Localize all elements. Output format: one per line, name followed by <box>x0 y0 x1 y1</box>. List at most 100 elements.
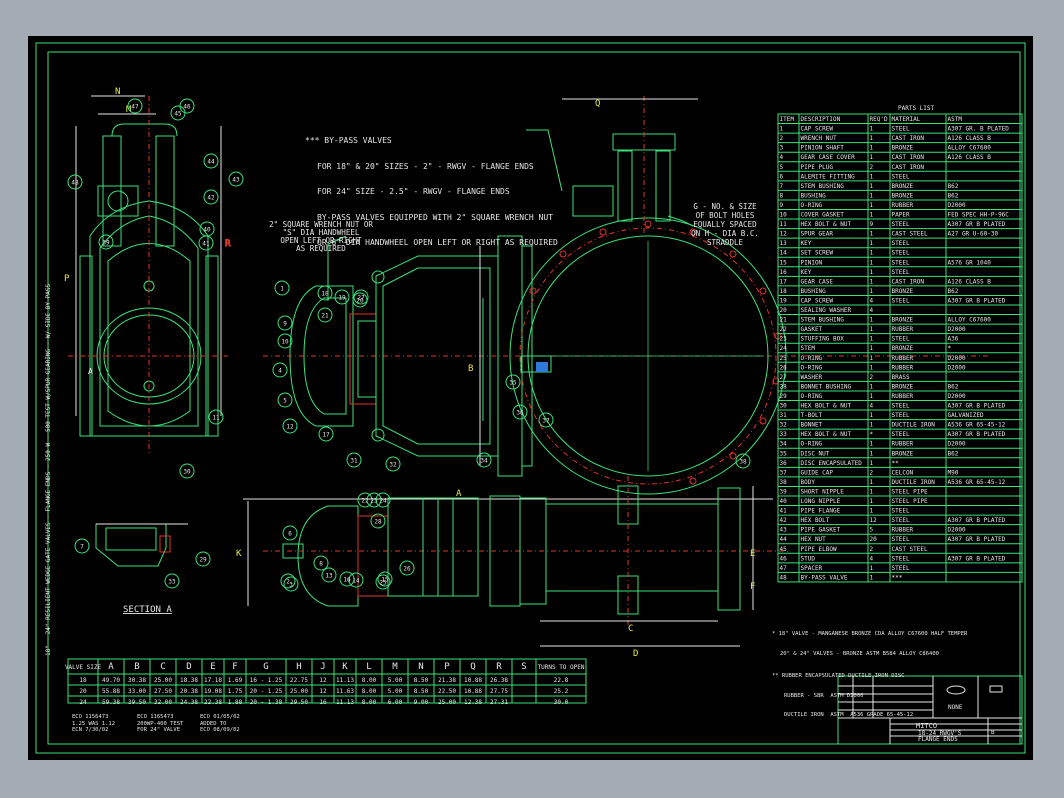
dim-cell: 19.08 <box>204 688 222 695</box>
dim-cell: 27.50 <box>154 688 172 695</box>
dim-cell: 55.88 <box>102 688 120 695</box>
parts-cell: 1 <box>870 355 874 362</box>
balloon-17: 17 <box>318 426 334 442</box>
dim-p-label: P <box>64 274 70 284</box>
parts-cell: 2 <box>870 469 874 476</box>
parts-cell: 17 <box>780 278 788 285</box>
balloon-30: 30 <box>179 463 195 479</box>
parts-cell: 5 <box>780 164 784 171</box>
balloon-42: 42 <box>203 189 219 205</box>
rev-col-2: ECO 1165473 200WP-400 TEST FOR 24" VALVE <box>137 714 197 734</box>
parts-cell: D2000 <box>948 326 966 333</box>
rev-note: ECO 08/09/02 <box>200 727 240 733</box>
parts-cell: 26 <box>780 364 788 371</box>
balloon-44: 44 <box>203 153 219 169</box>
parts-cell: 1 <box>870 183 874 190</box>
bypass-note-line: *** BY-PASS VALVES <box>305 136 392 145</box>
parts-cell: 1 <box>870 269 874 276</box>
dim-cell: 8.50 <box>414 677 429 684</box>
balloon-37: 37 <box>538 412 554 428</box>
svg-text:25: 25 <box>379 580 387 587</box>
dim-k-label: K <box>236 549 242 559</box>
parts-cell: GEAR CASE <box>801 278 834 285</box>
parts-cell: HEX NUT <box>801 536 827 543</box>
dim-cell: 12.38 <box>464 699 482 706</box>
parts-cell: STEEL <box>892 269 910 276</box>
parts-cell: 13 <box>780 240 788 247</box>
dim-cell: 22.50 <box>438 688 456 695</box>
parts-cell: 32 <box>780 422 788 429</box>
parts-cell: 14 <box>780 250 788 257</box>
svg-text:11: 11 <box>212 415 220 422</box>
parts-cell: STEEL <box>892 412 910 419</box>
balloon-2: 2 <box>280 573 296 589</box>
parts-cell: STEEL <box>892 240 910 247</box>
svg-text:19: 19 <box>338 295 346 302</box>
parts-cell: CAST IRON <box>892 164 925 171</box>
parts-cell: PAPER <box>892 212 910 219</box>
svg-text:37: 37 <box>542 418 550 425</box>
dim-cell: 30.0 <box>554 699 569 706</box>
balloon-46: 46 <box>179 98 195 114</box>
stem-note-line: RUBBER - SBR ASTM D2000 <box>784 692 864 699</box>
parts-cell: COVER GASKET <box>801 212 845 219</box>
parts-cell: 38 <box>780 479 788 486</box>
parts-cell: 34 <box>780 441 788 448</box>
svg-text:34: 34 <box>480 458 488 465</box>
parts-cell: 5 <box>870 527 874 534</box>
dim-header-cell: VALVE SIZE <box>65 664 102 671</box>
dim-cell: 24 <box>79 699 87 706</box>
parts-cell: DISC ENCAPSULATED <box>801 460 863 467</box>
dim-cell: 1.69 <box>228 677 243 684</box>
dim-cell: 25.00 <box>438 699 456 706</box>
parts-cell: 29 <box>780 393 788 400</box>
parts-cell: 18 <box>780 288 788 295</box>
svg-text:26: 26 <box>403 566 411 573</box>
parts-cell: 1 <box>870 345 874 352</box>
parts-cell: 27 <box>780 374 788 381</box>
parts-cell: 1 <box>870 393 874 400</box>
parts-cell: STEEL <box>892 250 910 257</box>
parts-cell: WASHER <box>801 374 823 381</box>
parts-cell: 1 <box>870 250 874 257</box>
parts-cell: 2 <box>870 546 874 553</box>
parts-cell: DUCTILE IRON <box>892 422 936 429</box>
parts-cell: BUSHING <box>801 288 827 295</box>
balloon-21: 21 <box>317 307 333 323</box>
parts-cell: 35 <box>780 450 788 457</box>
dim-cell: 25.00 <box>154 677 172 684</box>
svg-text:29: 29 <box>199 557 207 564</box>
balloon-9: 9 <box>277 315 293 331</box>
rev-note: ECN 7/30/02 <box>72 727 109 733</box>
parts-cell: * <box>870 431 874 438</box>
rev-note: FOR 24" VALVE <box>137 727 181 733</box>
parts-cell: STEM <box>801 345 816 352</box>
balloon-26: 26 <box>399 560 415 576</box>
parts-cell: STUD <box>801 555 816 562</box>
parts-cell: A307 GR. B PLATED <box>948 126 1010 133</box>
parts-cell: STEEL <box>892 403 910 410</box>
svg-text:1: 1 <box>280 286 284 293</box>
title-sub: FLANGE ENDS <box>918 736 958 743</box>
parts-cell: 4 <box>870 307 874 314</box>
parts-cell: 8 <box>780 192 784 199</box>
plan-view: A K C D E F <box>236 476 788 659</box>
parts-cell: D2000 <box>948 393 966 400</box>
svg-text:44: 44 <box>207 159 215 166</box>
svg-text:24: 24 <box>379 498 387 505</box>
svg-text:16: 16 <box>343 577 351 584</box>
parts-cell: BRONZE <box>892 192 914 199</box>
dim-cell: 1.75 <box>228 688 243 695</box>
front-view: N M P R A <box>64 87 232 456</box>
parts-cell: KEY <box>801 269 812 276</box>
bolt-note-line: STRADDLE <box>706 238 744 247</box>
dim-cell: 10.88 <box>464 677 482 684</box>
balloon-32: 32 <box>385 456 401 472</box>
svg-text:38: 38 <box>739 459 747 466</box>
balloon-34: 34 <box>476 452 492 468</box>
dim-f-label: F <box>750 582 755 592</box>
parts-cell: 2 <box>780 135 784 142</box>
parts-cell: 20 <box>780 307 788 314</box>
balloon-39: 39 <box>98 234 114 250</box>
dim-header-cell: P <box>444 662 450 672</box>
